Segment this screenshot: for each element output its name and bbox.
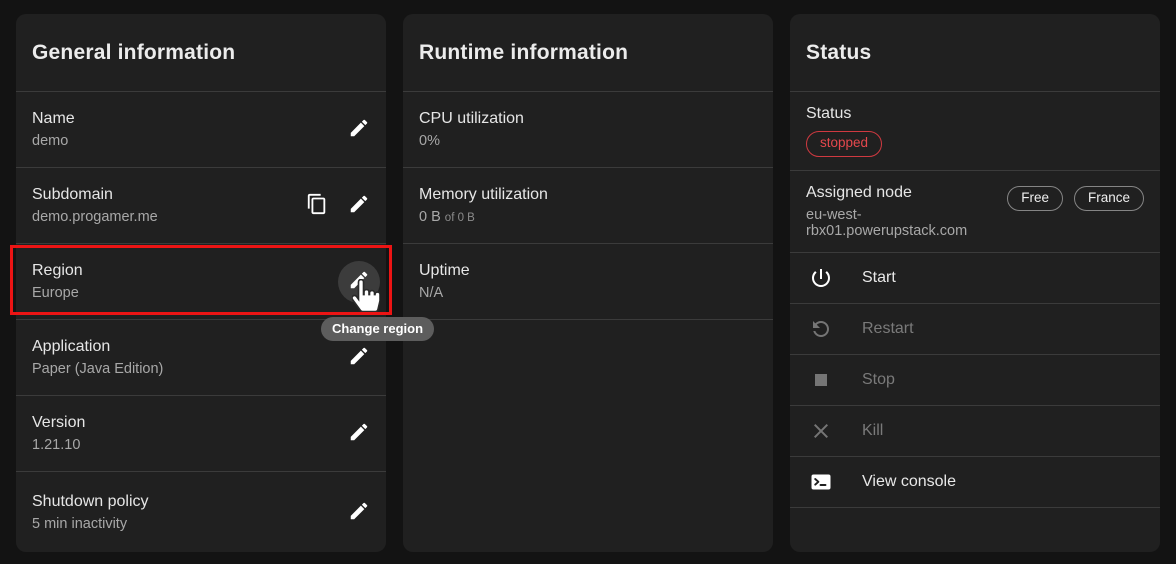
row-status: Status stopped bbox=[790, 92, 1160, 171]
row-uptime: Uptime N/A bbox=[403, 244, 773, 320]
row-memory-utilization: Memory utilization 0 B of 0 B bbox=[403, 168, 773, 244]
row-subdomain: Subdomain demo.progamer.me bbox=[16, 168, 386, 244]
runtime-information-card: Runtime information CPU utilization 0% M… bbox=[403, 14, 773, 552]
memory-utilization-label: Memory utilization bbox=[419, 186, 548, 203]
copy-icon bbox=[306, 193, 328, 218]
cpu-utilization-label: CPU utilization bbox=[419, 110, 524, 127]
terminal-icon bbox=[809, 470, 833, 494]
pencil-icon bbox=[348, 269, 370, 294]
region-value: Europe bbox=[32, 285, 79, 301]
pencil-icon bbox=[348, 345, 370, 370]
shutdown-policy-label: Shutdown policy bbox=[32, 492, 149, 510]
status-badge: stopped bbox=[806, 131, 883, 157]
assigned-node-value: eu-west-rbx01.powerupstack.com bbox=[806, 207, 968, 239]
change-region-tooltip: Change region bbox=[321, 317, 435, 341]
view-console-label: View console bbox=[862, 473, 956, 490]
name-value: demo bbox=[32, 133, 69, 149]
cards-container: General information Name demo Subdomain … bbox=[0, 0, 1176, 552]
version-value: 1.21.10 bbox=[32, 437, 81, 453]
stop-button[interactable]: Stop bbox=[790, 355, 1160, 406]
subdomain-label: Subdomain bbox=[32, 186, 113, 203]
copy-subdomain-button[interactable] bbox=[296, 185, 338, 227]
row-region: Region Europe bbox=[16, 244, 386, 320]
card-title-runtime: Runtime information bbox=[419, 40, 629, 64]
application-value: Paper (Java Edition) bbox=[32, 361, 164, 377]
cpu-utilization-value: 0% bbox=[419, 133, 440, 149]
subdomain-value: demo.progamer.me bbox=[32, 209, 158, 225]
version-label: Version bbox=[32, 414, 86, 431]
restart-button[interactable]: Restart bbox=[790, 304, 1160, 355]
power-icon bbox=[809, 266, 833, 290]
runtime-card-empty-space bbox=[403, 320, 773, 552]
start-button[interactable]: Start bbox=[790, 253, 1160, 304]
status-card: Status Status stopped Assigned node eu-w… bbox=[790, 14, 1160, 552]
uptime-label: Uptime bbox=[419, 262, 470, 279]
general-information-header: General information bbox=[16, 14, 386, 92]
name-label: Name bbox=[32, 110, 75, 127]
shutdown-policy-value: 5 min inactivity bbox=[32, 515, 128, 532]
pencil-icon bbox=[348, 500, 370, 525]
restart-label: Restart bbox=[862, 320, 914, 337]
kill-label: Kill bbox=[862, 422, 884, 439]
uptime-value: N/A bbox=[419, 285, 444, 301]
status-label: Status bbox=[806, 105, 852, 123]
card-title-general: General information bbox=[32, 40, 236, 64]
memory-utilization-value: 0 B of 0 B bbox=[419, 209, 475, 225]
edit-version-button[interactable] bbox=[338, 413, 380, 455]
edit-region-button[interactable] bbox=[338, 260, 380, 303]
edit-application-button[interactable] bbox=[338, 337, 380, 379]
edit-name-button[interactable] bbox=[338, 109, 380, 151]
edit-subdomain-button[interactable] bbox=[338, 185, 380, 227]
status-header: Status bbox=[790, 14, 1160, 92]
stop-icon bbox=[809, 368, 833, 392]
start-label: Start bbox=[862, 269, 896, 286]
assigned-node-label: Assigned node bbox=[806, 184, 912, 201]
close-icon bbox=[809, 419, 833, 443]
edit-shutdown-policy-button[interactable] bbox=[338, 491, 380, 533]
pencil-icon bbox=[348, 117, 370, 142]
row-assigned-node: Assigned node eu-west-rbx01.powerupstack… bbox=[790, 171, 1160, 253]
pencil-icon bbox=[348, 193, 370, 218]
general-information-card: General information Name demo Subdomain … bbox=[16, 14, 386, 552]
row-shutdown-policy: Shutdown policy 5 min inactivity bbox=[16, 472, 386, 552]
card-title-status: Status bbox=[806, 40, 872, 64]
region-label: Region bbox=[32, 262, 83, 279]
node-badge-france: France bbox=[1073, 186, 1144, 212]
kill-button[interactable]: Kill bbox=[790, 406, 1160, 457]
node-badge-free: Free bbox=[1007, 186, 1063, 212]
stop-label: Stop bbox=[862, 371, 895, 388]
memory-utilization-suffix: of 0 B bbox=[444, 212, 475, 224]
row-version: Version 1.21.10 bbox=[16, 396, 386, 472]
restart-icon bbox=[809, 317, 833, 341]
runtime-information-header: Runtime information bbox=[403, 14, 773, 92]
view-console-button[interactable]: View console bbox=[790, 457, 1160, 508]
status-card-empty-space bbox=[790, 508, 1160, 552]
row-cpu-utilization: CPU utilization 0% bbox=[403, 92, 773, 168]
row-name: Name demo bbox=[16, 92, 386, 168]
application-label: Application bbox=[32, 338, 111, 355]
pencil-icon bbox=[348, 421, 370, 446]
